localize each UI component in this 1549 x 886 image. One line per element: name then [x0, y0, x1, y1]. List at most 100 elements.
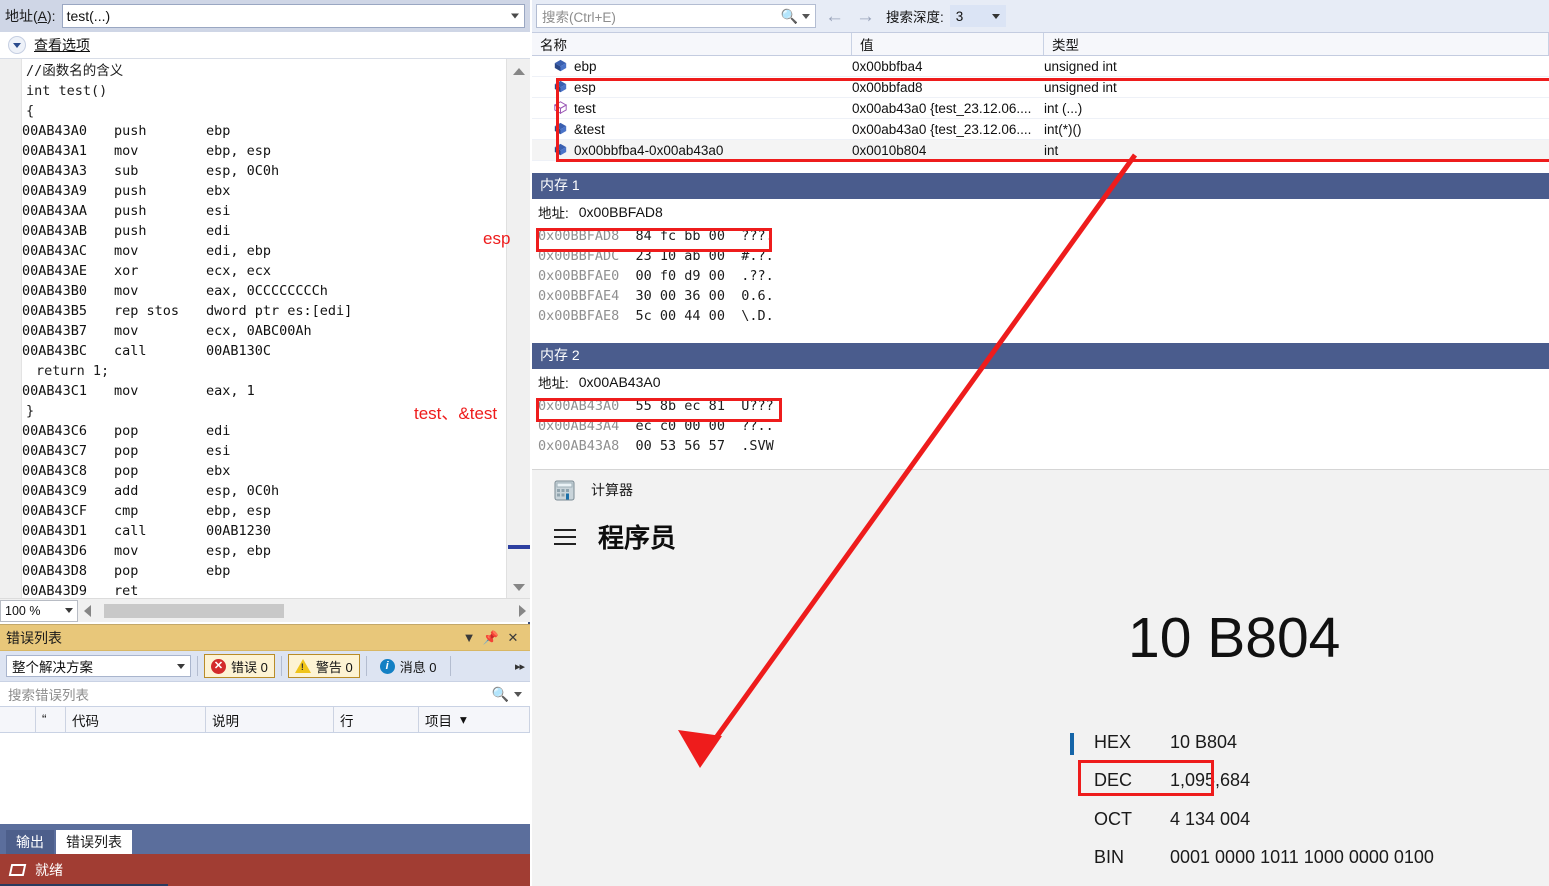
memory-row[interactable]: 0x00AB43A8 00 53 56 57 .SVW [532, 436, 1549, 456]
close-icon[interactable]: ✕ [502, 630, 524, 646]
disassembly-line[interactable]: 00AB43B0 mov eax, 0CCCCCCCCh [22, 281, 506, 301]
error-scope-select[interactable]: 整个解决方案 [6, 655, 191, 677]
error-list-grid[interactable] [0, 733, 530, 825]
instruction-mnemonic: push [114, 223, 147, 239]
source-line[interactable]: { [22, 101, 506, 121]
disassembly-line[interactable]: 00AB43AC mov edi, ebp [22, 241, 506, 261]
disassembly-line[interactable]: 00AB43A1 mov ebp, esp [22, 141, 506, 161]
chevron-down-icon[interactable] [991, 13, 1000, 19]
arrow-left-icon[interactable]: ← [822, 7, 847, 26]
disassembly-gutter[interactable] [0, 59, 22, 599]
watch-col-name[interactable]: 名称 [532, 33, 852, 55]
watch-rows[interactable]: ebp 0x00bbfba4 unsigned int esp 0x00bbfad8 un… [532, 56, 1549, 161]
search-depth-select[interactable]: 3 [949, 5, 1006, 27]
disassembly-line[interactable]: 00AB43C1 mov eax, 1 [22, 381, 506, 401]
disassembly-line[interactable]: 00AB43AE xor ecx, ecx [22, 261, 506, 281]
radix-row-bin[interactable]: BIN 0001 0000 1011 1000 0000 0100 [1094, 847, 1434, 868]
watch-col-value[interactable]: 值 [852, 33, 1044, 55]
error-search-input[interactable]: 搜索错误列表 🔍 [0, 681, 530, 707]
chevron-down-icon[interactable]: ▼ [458, 630, 480, 645]
watch-col-type[interactable]: 类型 [1044, 33, 1549, 55]
disassembly-line[interactable]: 00AB43CF cmp ebp, esp [22, 501, 506, 521]
memory-row[interactable]: 0x00BBFAE4 30 00 36 00 0.6. [532, 286, 1549, 306]
chevron-down-icon[interactable] [177, 663, 185, 669]
chevron-down-icon[interactable] [514, 691, 522, 697]
error-col-description[interactable]: 说明 [206, 707, 334, 732]
watch-row[interactable]: ebp 0x00bbfba4 unsigned int [532, 56, 1549, 77]
watch-row[interactable]: esp 0x00bbfad8 unsigned int [532, 77, 1549, 98]
disassembly-line[interactable]: 00AB43C7 pop esi [22, 441, 506, 461]
disassembly-line[interactable]: 00AB43D1 call 00AB1230 [22, 521, 506, 541]
disassembly-line[interactable]: 00AB43C9 add esp, 0C0h [22, 481, 506, 501]
error-col-project[interactable]: 项目 ▾ [419, 707, 530, 732]
radix-row-oct[interactable]: OCT 4 134 004 [1094, 809, 1250, 830]
error-col-line[interactable]: 行 [334, 707, 419, 732]
memory1-address-input[interactable]: 0x00BBFAD8 [574, 200, 1549, 224]
instruction-operands: dword ptr es:[edi] [206, 303, 353, 319]
disassembly-line[interactable]: 00AB43B5 rep stos dword ptr es:[edi] [22, 301, 506, 321]
disassembly-line[interactable]: 00AB43B7 mov ecx, 0ABC00Ah [22, 321, 506, 341]
memory-row[interactable]: 0x00BBFAD8 84 fc bb 00 ???. [532, 226, 1549, 246]
disassembly-vertical-scrollbar[interactable] [506, 59, 530, 599]
view-options-toggle[interactable]: 查看选项 [0, 32, 530, 58]
memory-row[interactable]: 0x00BBFADC 23 10 ab 00 #.?. [532, 246, 1549, 266]
watch-row[interactable]: 0x00bbfba4-0x00ab43a0 0x0010b804 int [532, 140, 1549, 161]
memory-row[interactable]: 0x00BBFAE0 00 f0 d9 00 .??. [532, 266, 1549, 286]
watch-row[interactable]: &test 0x00ab43a0 {test_23.12.06.... int(*)… [532, 119, 1549, 140]
disassembly-line[interactable]: 00AB43A3 sub esp, 0C0h [22, 161, 506, 181]
arrow-right-icon[interactable]: → [853, 7, 878, 26]
messages-filter-button[interactable]: i 消息 0 [373, 654, 444, 678]
zoom-level-select[interactable]: 100 % [0, 599, 78, 622]
memory-row[interactable]: 0x00AB43A0 55 8b ec 81 U??? [532, 396, 1549, 416]
disassembly-line[interactable]: 00AB43D6 mov esp, ebp [22, 541, 506, 561]
disassembly-code[interactable]: //函数名的含义 int test(){00AB43A0 push ebp 00AB43… [22, 59, 506, 599]
error-col-blank2[interactable]: “ [36, 707, 66, 732]
memory2-address-input[interactable]: 0x00AB43A0 [574, 370, 1549, 394]
chevron-down-icon[interactable] [8, 36, 26, 54]
tab-output[interactable]: 输出 [6, 830, 54, 854]
chevron-down-icon[interactable] [65, 608, 73, 613]
scroll-up-icon[interactable] [507, 61, 531, 81]
disassembly-line[interactable]: 00AB43D8 pop ebp [22, 561, 506, 581]
memory2-dump[interactable]: 0x00AB43A0 55 8b ec 81 U??? 0x00AB43A4 ec… [532, 395, 1549, 456]
instruction-address: 00AB43A1 [22, 143, 88, 159]
pin-icon[interactable]: 📌 [480, 630, 502, 646]
error-col-blank1[interactable] [0, 707, 36, 732]
disassembly-line[interactable]: 00AB43AB push edi [22, 221, 506, 241]
memory-row[interactable]: 0x00AB43A4 ec c0 00 00 ??.. [532, 416, 1549, 436]
memory1-dump[interactable]: 0x00BBFAD8 84 fc bb 00 ???. 0x00BBFADC 23… [532, 225, 1549, 326]
chevron-down-icon[interactable] [802, 13, 810, 19]
disassembly-horizontal-scrollbar[interactable] [82, 599, 530, 622]
source-line[interactable]: return 1; [22, 361, 506, 381]
source-line[interactable]: //函数名的含义 [22, 61, 506, 81]
disassembly-line[interactable]: 00AB43C6 pop edi [22, 421, 506, 441]
warnings-filter-button[interactable]: 警告 0 [287, 654, 360, 678]
disassembly-line[interactable]: 00AB43D9 ret [22, 581, 506, 599]
error-col-code[interactable]: 代码 [66, 707, 206, 732]
chevron-down-icon[interactable] [511, 13, 519, 19]
memory1-title: 内存 1 [532, 173, 1549, 197]
watch-search-input[interactable]: 搜索(Ctrl+E) 🔍 [536, 4, 816, 28]
scroll-down-icon[interactable] [507, 577, 531, 597]
watch-name-cell: test [532, 101, 852, 116]
disassembly-line[interactable]: 00AB43C8 pop ebx [22, 461, 506, 481]
search-icon[interactable]: 🔍 [781, 8, 798, 25]
address-input[interactable]: test(...) [61, 4, 525, 28]
scroll-right-icon[interactable] [519, 604, 526, 617]
disassembly-line[interactable]: 00AB43BC call 00AB130C [22, 341, 506, 361]
radix-row-hex[interactable]: HEX 10 B804 [1094, 732, 1237, 753]
source-line[interactable]: int test() [22, 81, 506, 101]
memory-row[interactable]: 0x00BBFAE8 5c 00 44 00 \.D. [532, 306, 1549, 326]
errors-filter-button[interactable]: ✕ 错误 0 [204, 654, 275, 678]
watch-row[interactable]: test 0x00ab43a0 {test_23.12.06.... int (..… [532, 98, 1549, 119]
search-icon[interactable]: 🔍 [492, 686, 509, 703]
disassembly-line[interactable]: 00AB43A0 push ebp [22, 121, 506, 141]
disassembly-line[interactable]: 00AB43AA push esi [22, 201, 506, 221]
scroll-left-icon[interactable] [84, 604, 91, 617]
overflow-chevrons-icon[interactable]: ▸▸ [515, 660, 525, 673]
hamburger-icon[interactable] [554, 528, 576, 545]
tab-error-list[interactable]: 错误列表 [56, 830, 132, 854]
sort-chevron-down-icon[interactable]: ▾ [460, 712, 467, 728]
scrollbar-thumb[interactable] [104, 603, 284, 618]
disassembly-line[interactable]: 00AB43A9 push ebx [22, 181, 506, 201]
